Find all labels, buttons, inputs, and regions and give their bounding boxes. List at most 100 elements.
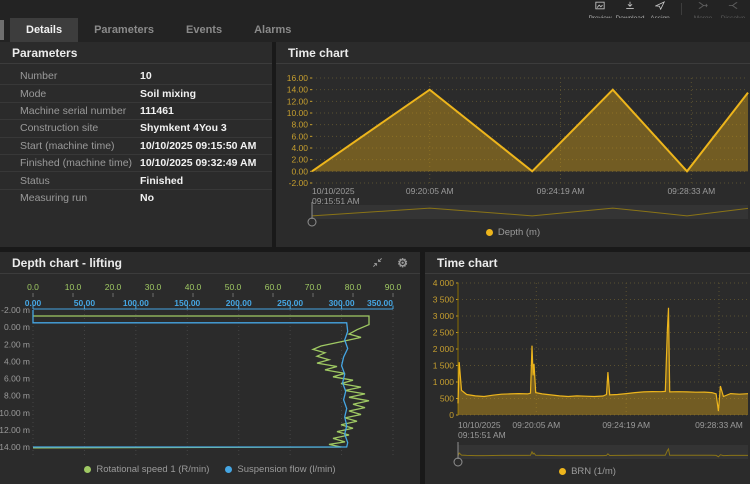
rotational-speed-series-dot	[84, 466, 91, 473]
row-label: Construction site	[20, 122, 140, 134]
brn-series-dot	[559, 468, 566, 475]
tab-events-label: Events	[186, 24, 222, 36]
svg-text:10.00 m: 10.00 m	[0, 408, 30, 418]
depth-chart-lifting-title: Depth chart - lifting	[12, 256, 122, 270]
table-row: Machine serial number111461	[0, 103, 272, 120]
preview-button[interactable]: Preview	[585, 0, 615, 18]
depth-series-label: Depth (m)	[498, 227, 540, 238]
depth-chart-lifting-panel: Depth chart - lifting ⚙ 0.010.020.030.04…	[0, 252, 420, 484]
svg-text:09:15:51 AM: 09:15:51 AM	[458, 430, 506, 440]
assign-icon	[655, 0, 665, 15]
svg-text:50.0: 50.0	[225, 282, 242, 292]
row-value: 111461	[140, 105, 174, 117]
time-chart-depth-canvas[interactable]: 16.0014.0012.0010.008.006.004.002.000.00…	[276, 42, 750, 247]
tab-details[interactable]: Details	[10, 18, 78, 42]
tab-bar: Details Parameters Events Alarms	[0, 18, 750, 42]
suspension-flow-series-label: Suspension flow (l/min)	[237, 464, 335, 475]
row-label: Status	[20, 175, 140, 187]
row-value: Soil mixing	[140, 88, 196, 100]
svg-text:16.00: 16.00	[287, 73, 309, 83]
download-button[interactable]: Download	[615, 0, 645, 18]
svg-text:4.00: 4.00	[291, 143, 308, 153]
svg-text:2 500: 2 500	[433, 328, 455, 338]
row-value: No	[140, 192, 154, 204]
svg-text:6.00: 6.00	[291, 131, 308, 141]
time-chart-brn-title: Time chart	[437, 256, 497, 270]
svg-text:2 000: 2 000	[433, 344, 455, 354]
table-row: Finished (machine time)10/10/2025 09:32:…	[0, 155, 272, 172]
panel-resize-notch[interactable]	[0, 20, 4, 40]
depth-chart-lifting-legend: Rotational speed 1 (R/min) Suspension fl…	[0, 464, 420, 475]
tab-parameters[interactable]: Parameters	[78, 18, 170, 42]
parameters-panel-title: Parameters	[0, 42, 272, 64]
svg-text:09:20:05 AM: 09:20:05 AM	[406, 186, 454, 196]
legend-item-suspension-flow[interactable]: Suspension flow (l/min)	[225, 464, 335, 475]
table-row: Measuring runNo	[0, 190, 272, 207]
depth-chart-lifting-canvas[interactable]: 0.010.020.030.040.050.060.070.080.090.00…	[0, 252, 420, 484]
assign-button[interactable]: Assign	[645, 0, 675, 18]
gear-icon[interactable]: ⚙	[397, 257, 408, 269]
time-chart-brn-legend: BRN (1/m)	[425, 466, 750, 477]
merge-button[interactable]: Merge	[688, 0, 718, 18]
tab-events[interactable]: Events	[170, 18, 238, 42]
svg-text:3 500: 3 500	[433, 295, 455, 305]
svg-text:80.0: 80.0	[345, 282, 362, 292]
svg-text:20.0: 20.0	[105, 282, 122, 292]
toolbar-separator	[681, 3, 682, 15]
svg-text:09:24:19 AM: 09:24:19 AM	[537, 186, 585, 196]
table-row: Start (machine time)10/10/2025 09:15:50 …	[0, 138, 272, 155]
merge-icon	[698, 0, 708, 15]
depth-series-dot	[486, 229, 493, 236]
svg-text:10/10/2025: 10/10/2025	[312, 186, 355, 196]
svg-text:0.00: 0.00	[291, 166, 308, 176]
collapse-icon[interactable]	[372, 257, 383, 268]
svg-text:0.0: 0.0	[27, 282, 39, 292]
rotational-speed-series-label: Rotational speed 1 (R/min)	[96, 464, 209, 475]
svg-text:14.00 m: 14.00 m	[0, 442, 30, 452]
row-value: 10/10/2025 09:15:50 AM	[140, 140, 256, 152]
time-chart-depth-title: Time chart	[288, 46, 348, 60]
suspension-flow-series-dot	[225, 466, 232, 473]
svg-text:4 000: 4 000	[433, 278, 455, 288]
row-label: Finished (machine time)	[20, 157, 140, 169]
svg-text:-2.00: -2.00	[289, 178, 309, 188]
download-icon	[625, 0, 635, 15]
svg-text:30.0: 30.0	[145, 282, 162, 292]
legend-item-depth[interactable]: Depth (m)	[486, 227, 540, 238]
svg-text:8.00: 8.00	[291, 120, 308, 130]
parameters-panel: Parameters Number10 ModeSoil mixing Mach…	[0, 42, 272, 247]
dissolve-button[interactable]: Dissolve	[718, 0, 748, 18]
svg-text:500: 500	[440, 394, 454, 404]
legend-item-brn[interactable]: BRN (1/m)	[559, 466, 616, 477]
svg-text:2.00 m: 2.00 m	[4, 339, 30, 349]
svg-text:2.00: 2.00	[291, 155, 308, 165]
row-label: Start (machine time)	[20, 140, 140, 152]
svg-text:1 500: 1 500	[433, 361, 455, 371]
svg-text:09:28:33 AM: 09:28:33 AM	[667, 186, 715, 196]
table-row: Number10	[0, 68, 272, 85]
svg-text:4.00 m: 4.00 m	[4, 356, 30, 366]
svg-text:09:15:51 AM: 09:15:51 AM	[312, 196, 360, 206]
row-value: Finished	[140, 175, 183, 187]
svg-text:-2.00 m: -2.00 m	[1, 305, 30, 315]
svg-text:10.00: 10.00	[287, 108, 309, 118]
row-label: Measuring run	[20, 192, 140, 204]
svg-text:6.00 m: 6.00 m	[4, 374, 30, 384]
svg-text:8.00 m: 8.00 m	[4, 391, 30, 401]
svg-text:12.00 m: 12.00 m	[0, 425, 30, 435]
parameters-table: Number10 ModeSoil mixing Machine serial …	[0, 68, 272, 207]
top-toolbar: Preview Download Assign Merge Dissolve	[0, 0, 750, 18]
time-chart-brn-panel: Time chart 4 0003 5003 0002 5002 0001 50…	[425, 252, 750, 484]
time-chart-brn-canvas[interactable]: 4 0003 5003 0002 5002 0001 5001 00050001…	[425, 252, 750, 484]
row-label: Machine serial number	[20, 105, 140, 117]
tab-parameters-label: Parameters	[94, 24, 154, 36]
svg-text:09:20:05 AM: 09:20:05 AM	[512, 420, 560, 430]
time-chart-depth-legend: Depth (m)	[276, 227, 750, 238]
legend-item-rotational-speed[interactable]: Rotational speed 1 (R/min)	[84, 464, 209, 475]
tab-alarms[interactable]: Alarms	[238, 18, 307, 42]
svg-text:0: 0	[449, 410, 454, 420]
row-value: Shymkent 4You 3	[140, 122, 227, 134]
svg-text:12.00: 12.00	[287, 96, 309, 106]
svg-text:09:28:33 AM: 09:28:33 AM	[695, 420, 743, 430]
svg-text:3 000: 3 000	[433, 311, 455, 321]
